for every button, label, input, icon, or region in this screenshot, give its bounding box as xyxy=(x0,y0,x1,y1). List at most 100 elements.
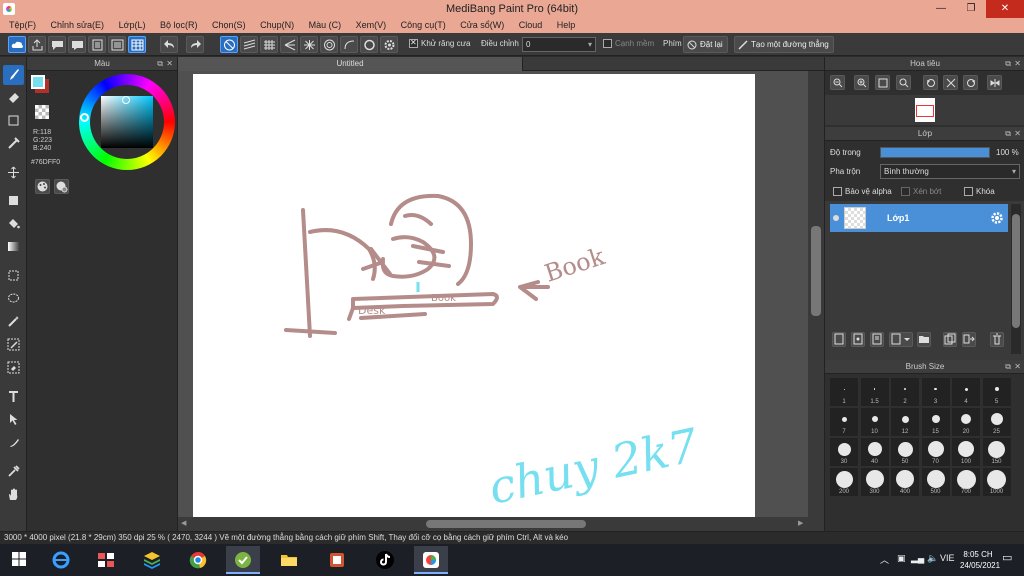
reset-button[interactable]: Đặt lại xyxy=(683,36,728,53)
protect-alpha-checkbox[interactable] xyxy=(833,187,842,196)
share-icon[interactable] xyxy=(28,36,46,53)
menu-edit[interactable]: Chỉnh sửa(E) xyxy=(48,18,108,33)
brush-size-option[interactable]: 20 xyxy=(952,408,980,436)
opacity-slider[interactable] xyxy=(880,147,990,158)
taskbar-powerpoint[interactable] xyxy=(320,546,354,574)
tab-untitled[interactable]: Untitled xyxy=(178,57,523,71)
brush-size-option[interactable]: 300 xyxy=(860,468,889,496)
redo-icon[interactable] xyxy=(186,36,204,53)
wifi-icon[interactable]: ▂▄ xyxy=(911,553,924,564)
menu-file[interactable]: Tệp(F) xyxy=(6,18,39,33)
rotate-reset-button[interactable] xyxy=(943,75,958,90)
flip-button[interactable] xyxy=(987,75,1002,90)
soft-edge-checkbox[interactable] xyxy=(603,39,612,48)
brush-size-option[interactable]: 10 xyxy=(860,408,889,436)
cross-snap-icon[interactable] xyxy=(260,36,278,53)
menu-window[interactable]: Cửa sổ(W) xyxy=(457,18,507,33)
close-button[interactable]: ✕ xyxy=(986,0,1024,18)
rotate-left-button[interactable] xyxy=(923,75,938,90)
fill-rect-tool[interactable] xyxy=(3,191,24,211)
brush-size-option[interactable]: 500 xyxy=(921,468,950,496)
horizontal-scrollbar[interactable]: ◀ ▶ xyxy=(178,517,824,531)
scroll-right-icon[interactable]: ▶ xyxy=(798,520,803,527)
brush-size-option[interactable]: 30 xyxy=(830,438,858,466)
antialias-checkbox[interactable] xyxy=(409,38,418,48)
layer-scroll-thumb[interactable] xyxy=(1012,214,1020,328)
taskbar-clock[interactable]: 8:05 CH 24/05/2021 xyxy=(960,549,1000,571)
menu-color[interactable]: Màu (C) xyxy=(306,18,345,33)
duplicate-layer-button[interactable] xyxy=(943,332,957,347)
layer-scrollbar[interactable] xyxy=(1011,204,1021,354)
brush-size-option[interactable]: 4 xyxy=(952,378,980,406)
vanishing-snap-icon[interactable] xyxy=(280,36,298,53)
close-panel-icon[interactable]: ✕ xyxy=(166,60,173,68)
detach-icon[interactable]: ⧉ xyxy=(1005,363,1011,371)
parallel-snap-icon[interactable] xyxy=(240,36,258,53)
palette-button[interactable] xyxy=(35,179,50,194)
brush-size-option[interactable]: 12 xyxy=(891,408,919,436)
zoom-reset-button[interactable] xyxy=(896,75,911,90)
document-icon[interactable] xyxy=(88,36,106,53)
scroll-left-icon[interactable]: ◀ xyxy=(181,520,186,527)
smudge-tool[interactable] xyxy=(3,433,24,453)
transparent-color-swatch[interactable] xyxy=(35,105,49,119)
menu-help[interactable]: Help xyxy=(554,18,579,33)
text-tool[interactable] xyxy=(3,387,24,407)
brush-size-option[interactable]: 2 xyxy=(891,378,919,406)
eraser-tool[interactable] xyxy=(3,88,24,108)
brush-size-option[interactable]: 3 xyxy=(921,378,950,406)
primary-color-swatch[interactable] xyxy=(31,75,45,89)
language-indicator[interactable]: VIE xyxy=(940,553,955,563)
fit-button[interactable] xyxy=(875,75,890,90)
comment-icon[interactable] xyxy=(48,36,66,53)
menu-view[interactable]: Xem(V) xyxy=(353,18,390,33)
menu-cloud[interactable]: Cloud xyxy=(516,18,546,33)
brush-size-option[interactable]: 1.5 xyxy=(860,378,889,406)
delete-layer-button[interactable] xyxy=(990,332,1004,347)
visibility-icon[interactable] xyxy=(833,215,839,221)
brush-size-option[interactable]: 700 xyxy=(952,468,980,496)
vertical-scroll-thumb[interactable] xyxy=(811,226,821,316)
brush-size-option[interactable]: 150 xyxy=(982,438,1011,466)
radial-snap-icon[interactable] xyxy=(300,36,318,53)
menu-tools[interactable]: Công cụ(T) xyxy=(398,18,449,33)
clipping-checkbox[interactable] xyxy=(901,187,910,196)
brush-size-option[interactable]: 200 xyxy=(830,468,858,496)
cloud-icon[interactable] xyxy=(8,36,26,53)
brush-size-option[interactable]: 1 xyxy=(830,378,858,406)
taskbar-tiktok[interactable] xyxy=(368,546,402,574)
rotate-right-button[interactable] xyxy=(963,75,978,90)
magic-wand-tool[interactable] xyxy=(3,312,24,332)
zoom-out-button[interactable] xyxy=(830,75,845,90)
bucket-tool[interactable] xyxy=(3,214,24,234)
menu-layer[interactable]: Lớp(L) xyxy=(116,18,149,33)
color-marker[interactable] xyxy=(122,96,130,104)
merge-layer-button[interactable] xyxy=(962,332,976,347)
minimize-button[interactable]: — xyxy=(926,0,956,18)
grid-icon[interactable] xyxy=(128,36,146,53)
curve-snap-icon[interactable] xyxy=(340,36,358,53)
start-button[interactable] xyxy=(3,546,37,574)
brush-size-option[interactable]: 7 xyxy=(830,408,858,436)
undo-icon[interactable] xyxy=(160,36,178,53)
new-1bit-layer-button[interactable] xyxy=(870,332,884,347)
brush-size-option[interactable]: 1000 xyxy=(982,468,1011,496)
layer-item[interactable]: Lớp1 xyxy=(830,204,1008,232)
taskbar-edge[interactable] xyxy=(44,546,78,574)
brush-size-option[interactable]: 50 xyxy=(891,438,919,466)
no-snap-icon[interactable] xyxy=(220,36,238,53)
brush-size-option[interactable]: 15 xyxy=(921,408,950,436)
adjust-select[interactable]: 0 xyxy=(522,37,596,52)
navigator-viewport[interactable] xyxy=(916,105,934,117)
chat-icon[interactable] xyxy=(68,36,86,53)
hue-wheel[interactable] xyxy=(79,74,175,170)
close-panel-icon[interactable]: ✕ xyxy=(1014,130,1021,138)
pen-tool[interactable] xyxy=(3,134,24,154)
detach-icon[interactable]: ⧉ xyxy=(1005,60,1011,68)
lasso-tool[interactable] xyxy=(3,289,24,309)
drawing-canvas[interactable]: Book Desk Book chuy 2k7 xyxy=(193,74,755,517)
hue-marker[interactable] xyxy=(80,113,89,122)
add-layer-menu-button[interactable] xyxy=(889,332,913,347)
taskbar-chrome[interactable] xyxy=(181,546,215,574)
zoom-in-button[interactable] xyxy=(854,75,869,90)
